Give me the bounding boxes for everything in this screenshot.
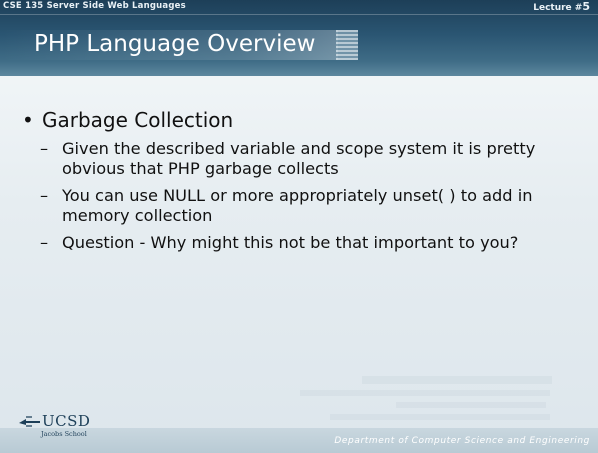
sub-item-text: You can use NULL or more appropriately u… bbox=[62, 186, 533, 225]
ucsd-logo: UCSD Jacobs School bbox=[18, 412, 90, 444]
header-divider bbox=[0, 14, 598, 15]
slide-header: CSE 135 Server Side Web Languages Lectur… bbox=[0, 0, 598, 76]
sub-item: – Given the described variable and scope… bbox=[22, 139, 582, 179]
bullet-item: • Garbage Collection bbox=[22, 108, 582, 132]
sub-item-text: Given the described variable and scope s… bbox=[62, 139, 536, 178]
department-text: Department of Computer Science and Engin… bbox=[334, 436, 590, 446]
slide-title: PHP Language Overview bbox=[34, 31, 316, 57]
sub-item: – Question - Why might this not be that … bbox=[22, 233, 582, 253]
logo-text: UCSD bbox=[42, 412, 91, 430]
slide: CSE 135 Server Side Web Languages Lectur… bbox=[0, 0, 598, 453]
lecture-text: Lecture # bbox=[533, 3, 583, 13]
bullet-dot: • bbox=[22, 108, 34, 132]
sub-item-text: Question - Why might this not be that im… bbox=[62, 233, 519, 252]
dash-marker: – bbox=[40, 139, 49, 158]
dash-marker: – bbox=[40, 186, 49, 205]
decor-bar bbox=[362, 376, 552, 384]
sub-item: – You can use NULL or more appropriately… bbox=[22, 186, 582, 226]
ucsd-triton-icon bbox=[19, 416, 40, 427]
slide-content: • Garbage Collection – Given the describ… bbox=[22, 108, 582, 253]
lecture-label: Lecture #5 bbox=[533, 0, 590, 13]
decor-bar bbox=[396, 402, 546, 408]
title-stripes bbox=[336, 30, 358, 60]
lecture-number: 5 bbox=[582, 0, 590, 13]
logo-subtext: Jacobs School bbox=[41, 430, 87, 438]
decor-bar bbox=[330, 414, 550, 420]
decor-bar bbox=[300, 390, 550, 396]
course-label: CSE 135 Server Side Web Languages bbox=[3, 1, 186, 11]
dash-marker: – bbox=[40, 233, 49, 252]
bullet-text: Garbage Collection bbox=[42, 108, 234, 132]
